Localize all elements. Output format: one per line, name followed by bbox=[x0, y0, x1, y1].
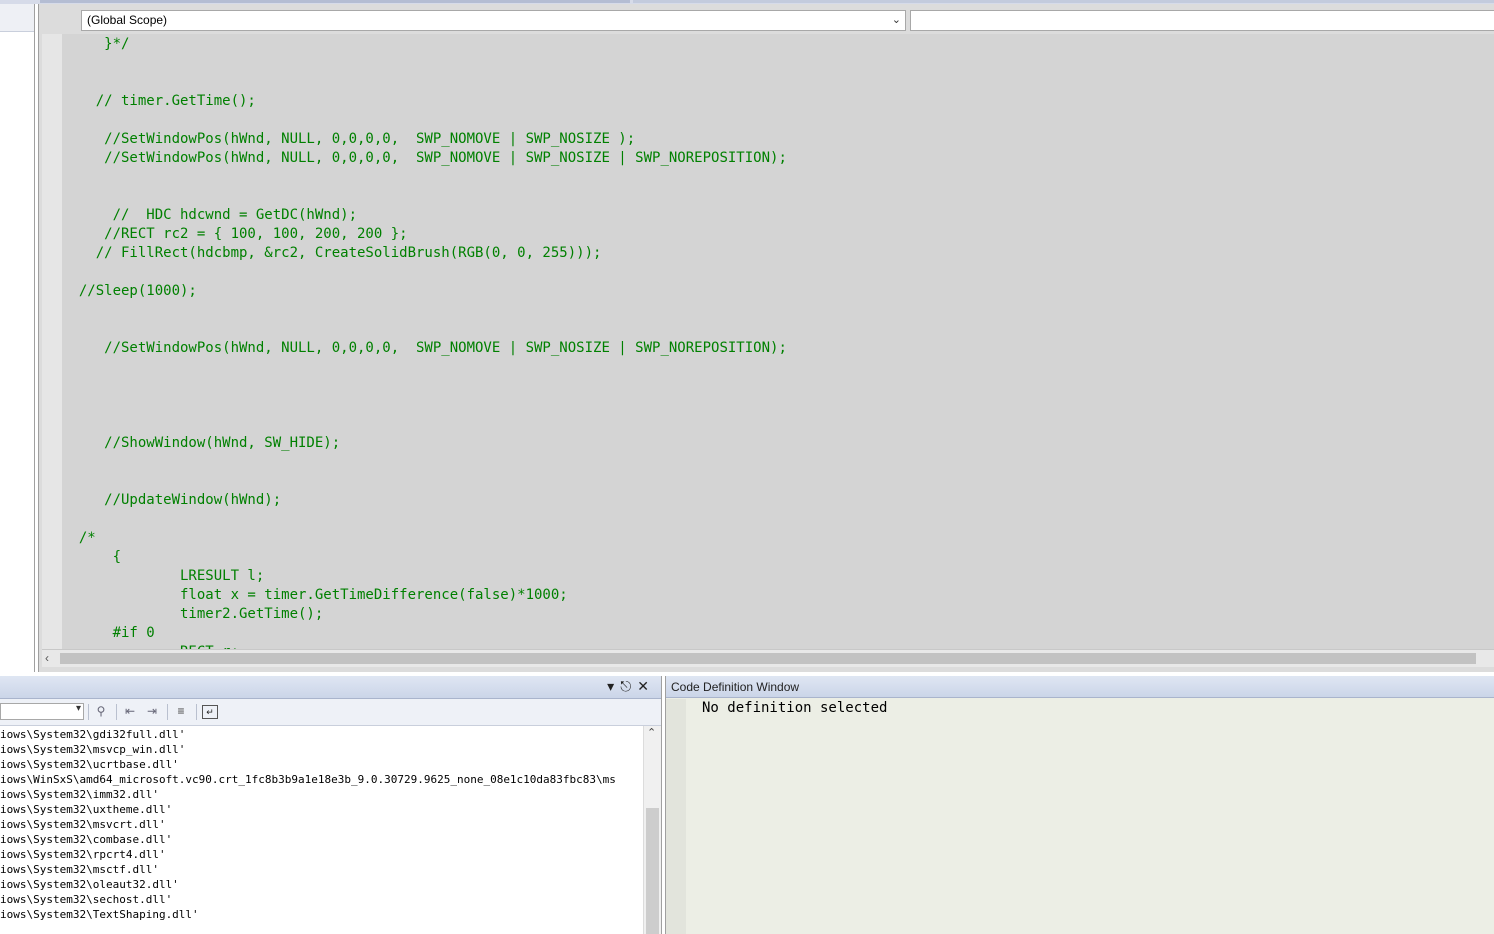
code-line[interactable]: // HDC hdcwnd = GetDC(hWnd); bbox=[62, 206, 357, 225]
code-definition-window: Code Definition Window No definition sel… bbox=[665, 676, 1494, 934]
output-line: iows\System32\gdi32full.dll' bbox=[0, 728, 186, 741]
output-source-dropdown[interactable]: ▾ bbox=[0, 703, 84, 720]
left-panel-header bbox=[0, 4, 34, 32]
code-line[interactable]: //UpdateWindow(hWnd); bbox=[62, 491, 281, 510]
toolbar-separator bbox=[196, 704, 197, 720]
output-line: iows\System32\oleaut32.dll' bbox=[0, 878, 179, 891]
tab-strip-line bbox=[633, 0, 1494, 3]
left-tool-panel bbox=[0, 4, 35, 672]
toolbar-separator bbox=[116, 704, 117, 720]
output-line: iows\System32\imm32.dll' bbox=[0, 788, 159, 801]
output-line: iows\System32\sechost.dll' bbox=[0, 893, 173, 906]
code-line[interactable]: timer2.GetTime(); bbox=[62, 605, 323, 624]
code-line[interactable]: /* bbox=[62, 529, 96, 548]
tab-strip-line bbox=[40, 0, 630, 3]
scope-dropdown[interactable]: (Global Scope) ⌄ bbox=[81, 10, 906, 31]
code-line[interactable]: }*/ bbox=[62, 35, 129, 54]
scrollbar-thumb[interactable] bbox=[60, 653, 1476, 664]
code-line[interactable]: //SetWindowPos(hWnd, NULL, 0,0,0,0, SWP_… bbox=[62, 339, 787, 358]
editor-margin bbox=[42, 34, 62, 649]
close-icon[interactable]: ✕ bbox=[637, 678, 655, 694]
vertical-scrollbar[interactable]: ⌃ bbox=[643, 726, 661, 934]
code-editor[interactable]: }*/ // timer.GetTime(); //SetWindowPos(h… bbox=[42, 34, 1494, 649]
output-line: iows\System32\msctf.dll' bbox=[0, 863, 159, 876]
output-line: iows\System32\rpcrt4.dll' bbox=[0, 848, 166, 861]
horizontal-scrollbar[interactable]: ‹ bbox=[42, 649, 1494, 667]
code-line[interactable]: // FillRect(hdcbmp, &rc2, CreateSolidBru… bbox=[62, 244, 602, 263]
clear-all-icon[interactable]: ≡ bbox=[172, 703, 190, 720]
find-message-icon[interactable]: ⚲ bbox=[92, 703, 110, 720]
scroll-left-icon[interactable]: ‹ bbox=[45, 650, 49, 667]
code-line[interactable]: { bbox=[62, 548, 121, 567]
code-line[interactable]: //SetWindowPos(hWnd, NULL, 0,0,0,0, SWP_… bbox=[62, 130, 635, 149]
output-line: iows\System32\msvcrt.dll' bbox=[0, 818, 166, 831]
chevron-down-icon[interactable]: ▾ bbox=[607, 678, 620, 694]
chevron-down-icon[interactable]: ▾ bbox=[76, 703, 81, 714]
code-line[interactable]: //Sleep(1000); bbox=[62, 282, 197, 301]
code-definition-text: No definition selected bbox=[702, 700, 888, 716]
output-toolbar: ▾ ⚲ ⇤ ⇥ ≡ ↵ bbox=[0, 699, 661, 726]
output-title-bar: ▾⎋✕ bbox=[0, 676, 661, 699]
output-line: iows\System32\TextShaping.dll' bbox=[0, 908, 199, 921]
code-line[interactable]: LRESULT l; bbox=[62, 567, 264, 586]
next-message-icon[interactable]: ⇥ bbox=[143, 703, 161, 720]
code-line[interactable]: #if 0 bbox=[62, 624, 155, 643]
output-line: iows\System32\msvcp_win.dll' bbox=[0, 743, 186, 756]
code-line[interactable]: //ShowWindow(hWnd, SW_HIDE); bbox=[62, 434, 340, 453]
chevron-down-icon[interactable]: ⌄ bbox=[892, 11, 901, 30]
code-definition-margin bbox=[666, 699, 686, 934]
code-definition-title: Code Definition Window bbox=[666, 676, 1494, 698]
output-line: iows\System32\combase.dll' bbox=[0, 833, 173, 846]
member-dropdown[interactable] bbox=[910, 10, 1494, 31]
previous-message-icon[interactable]: ⇤ bbox=[121, 703, 139, 720]
output-line: iows\System32\ucrtbase.dll' bbox=[0, 758, 179, 771]
scroll-up-icon[interactable]: ⌃ bbox=[647, 726, 656, 739]
toolbar-separator bbox=[167, 704, 168, 720]
output-panel: ▾⎋✕ ▾ ⚲ ⇤ ⇥ ≡ ↵ iows\System32\gdi32full.… bbox=[0, 676, 662, 934]
code-line[interactable]: //RECT rc2 = { 100, 100, 200, 200 }; bbox=[62, 225, 407, 244]
output-line: iows\System32\uxtheme.dll' bbox=[0, 803, 173, 816]
scrollbar-thumb[interactable] bbox=[646, 808, 659, 934]
toolbar-separator bbox=[88, 704, 89, 720]
pin-icon[interactable]: ⎋ bbox=[620, 678, 637, 694]
output-log: iows\System32\gdi32full.dll' iows\System3… bbox=[0, 727, 642, 934]
code-line[interactable]: float x = timer.GetTimeDifference(false)… bbox=[62, 586, 568, 605]
code-line[interactable]: // timer.GetTime(); bbox=[62, 92, 256, 111]
scope-value: (Global Scope) bbox=[87, 13, 168, 27]
output-line: iows\WinSxS\amd64_microsoft.vc90.crt_1fc… bbox=[0, 773, 616, 786]
code-line[interactable]: //SetWindowPos(hWnd, NULL, 0,0,0,0, SWP_… bbox=[62, 149, 787, 168]
word-wrap-icon[interactable]: ↵ bbox=[202, 705, 218, 719]
